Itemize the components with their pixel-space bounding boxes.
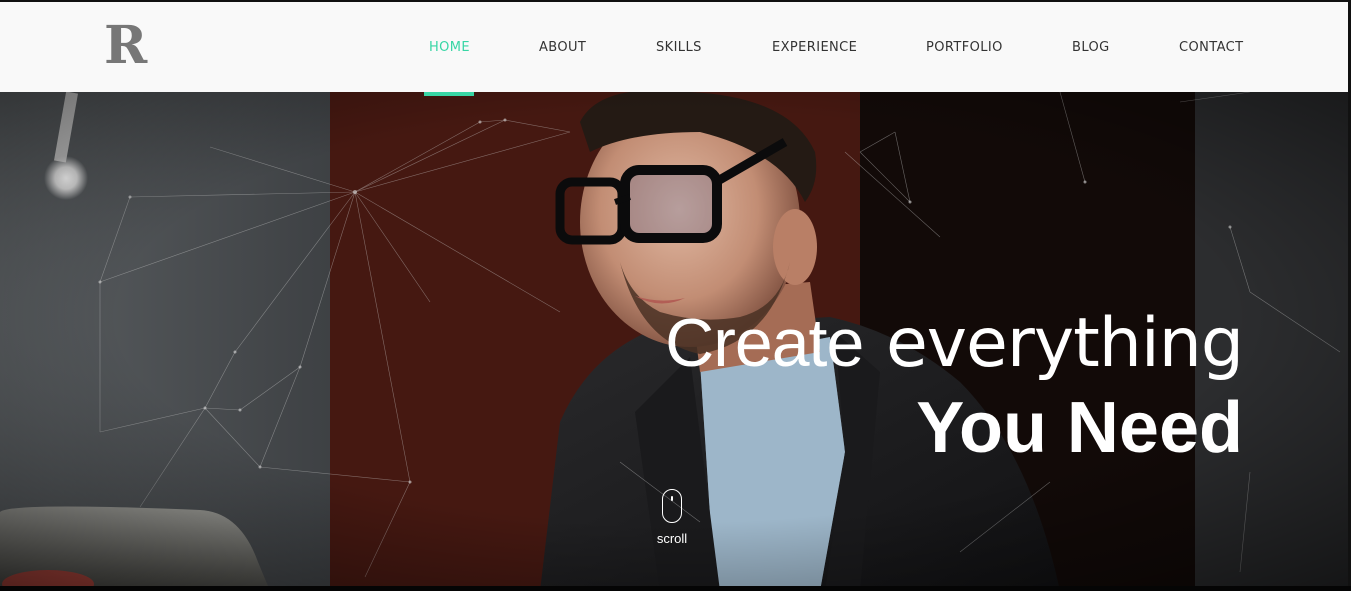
headline-line-2: You Need (916, 388, 1243, 469)
site-header: R HOME ABOUT SKILLS EXPERIENCE PORTFOLIO… (0, 0, 1351, 92)
headline-word-bold: everything (885, 304, 1244, 384)
scroll-indicator[interactable]: scroll (652, 489, 692, 546)
headline-line-1: Create everything (665, 309, 1244, 378)
hero-section: Create everything You Need scroll (0, 92, 1351, 591)
nav-experience[interactable]: EXPERIENCE (772, 40, 857, 55)
nav-skills[interactable]: SKILLS (656, 40, 702, 55)
scroll-label: scroll (656, 531, 688, 546)
nav-blog[interactable]: BLOG (1072, 40, 1110, 55)
nav-contact[interactable]: CONTACT (1179, 40, 1243, 55)
page: R HOME ABOUT SKILLS EXPERIENCE PORTFOLIO… (0, 0, 1351, 591)
mouse-icon (662, 489, 682, 523)
bottom-edge-divider (0, 586, 1351, 591)
nav-home[interactable]: HOME (429, 40, 470, 55)
nav-about[interactable]: ABOUT (539, 40, 586, 55)
active-nav-indicator (424, 92, 474, 96)
mouse-wheel-icon (671, 496, 673, 501)
headline-word-light: Create (665, 305, 864, 382)
hero-headline: Create everything You Need (665, 309, 1244, 469)
nav-portfolio[interactable]: PORTFOLIO (926, 40, 1003, 55)
main-nav: HOME ABOUT SKILLS EXPERIENCE PORTFOLIO B… (0, 2, 1351, 94)
